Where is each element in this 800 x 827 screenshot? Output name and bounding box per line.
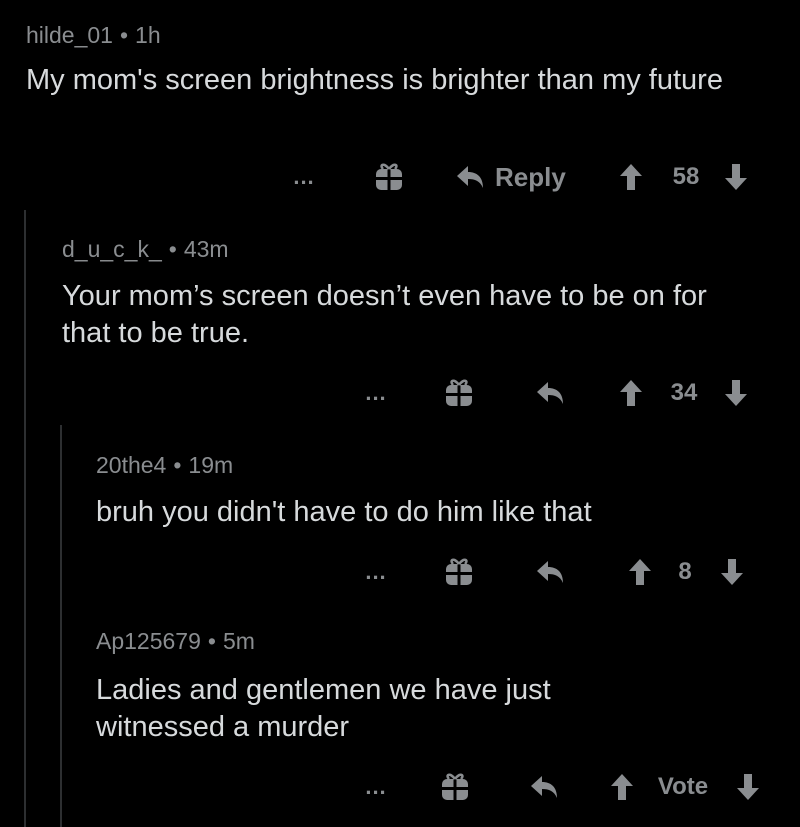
meta-separator: • bbox=[119, 22, 129, 48]
gift-award-icon bbox=[446, 558, 472, 585]
more-options-button[interactable]: ... bbox=[360, 552, 392, 592]
meta-separator: • bbox=[168, 236, 177, 262]
reply-button[interactable] bbox=[526, 767, 562, 807]
downvote-arrow-icon bbox=[721, 559, 743, 585]
upvote-arrow-icon bbox=[620, 380, 642, 406]
comment-meta: hilde_01 • 1h bbox=[26, 22, 766, 49]
comment-actions: ... Reply 58 bbox=[0, 157, 800, 197]
award-button[interactable] bbox=[438, 767, 472, 807]
reply-arrow-icon bbox=[537, 382, 563, 404]
reply-arrow-icon bbox=[537, 561, 563, 583]
downvote-button[interactable] bbox=[734, 767, 762, 807]
username[interactable]: hilde_01 bbox=[26, 22, 113, 48]
thread-line-level-1[interactable] bbox=[24, 210, 26, 827]
reply-button[interactable] bbox=[532, 373, 568, 413]
meta-separator: • bbox=[207, 628, 216, 654]
gift-award-icon bbox=[442, 773, 468, 800]
vote-score: 8 bbox=[678, 558, 692, 585]
upvote-arrow-icon bbox=[629, 559, 651, 585]
more-icon: ... bbox=[365, 559, 387, 584]
more-options-button[interactable]: ... bbox=[288, 157, 320, 197]
more-icon: ... bbox=[293, 164, 315, 189]
comment-Ap125679: Ap125679 • 5m Ladies and gentlemen we have… bbox=[96, 628, 776, 746]
comment-meta: d_u_c_k_ • 43m bbox=[62, 236, 762, 263]
upvote-button[interactable] bbox=[608, 767, 636, 807]
comment-actions: ... 8 bbox=[0, 552, 800, 592]
award-button[interactable] bbox=[372, 157, 406, 197]
timestamp: 5m bbox=[222, 628, 255, 654]
reply-button[interactable] bbox=[532, 552, 568, 592]
gift-award-icon bbox=[446, 379, 472, 406]
comment-hilde_01: hilde_01 • 1h My mom's screen brightness i… bbox=[26, 22, 766, 99]
downvote-button[interactable] bbox=[718, 552, 746, 592]
more-options-button[interactable]: ... bbox=[360, 767, 392, 807]
timestamp: 43m bbox=[183, 236, 229, 262]
upvote-button[interactable] bbox=[617, 157, 645, 197]
upvote-arrow-icon bbox=[620, 164, 642, 190]
downvote-arrow-icon bbox=[725, 164, 747, 190]
comment-text: Ladies and gentlemen we have just witnes… bbox=[96, 674, 551, 743]
downvote-button[interactable] bbox=[722, 373, 750, 413]
comment-meta: Ap125679 • 5m bbox=[96, 628, 776, 655]
comment-meta: 20the4 • 19m bbox=[96, 452, 776, 479]
award-button[interactable] bbox=[442, 373, 476, 413]
reply-button[interactable]: Reply bbox=[455, 157, 575, 197]
more-icon: ... bbox=[365, 774, 387, 799]
gift-award-icon bbox=[376, 163, 402, 190]
comment-20the4: 20the4 • 19m bruh you didn't have to do hi… bbox=[96, 452, 776, 531]
vote-label: Vote bbox=[657, 773, 709, 800]
vote-score: 58 bbox=[672, 163, 700, 190]
downvote-arrow-icon bbox=[737, 774, 759, 800]
reply-arrow-icon bbox=[531, 776, 557, 798]
upvote-arrow-icon bbox=[611, 774, 633, 800]
timestamp: 19m bbox=[188, 452, 234, 478]
more-options-button[interactable]: ... bbox=[360, 373, 392, 413]
username[interactable]: d_u_c_k_ bbox=[62, 236, 162, 262]
comment-d_u_c_k_: d_u_c_k_ • 43m Your mom’s screen doesn’t e… bbox=[62, 236, 762, 352]
upvote-button[interactable] bbox=[626, 552, 654, 592]
more-icon: ... bbox=[365, 380, 387, 405]
comment-actions: ... 34 bbox=[0, 373, 800, 413]
upvote-button[interactable] bbox=[617, 373, 645, 413]
reply-label: Reply bbox=[495, 161, 566, 192]
award-button[interactable] bbox=[442, 552, 476, 592]
comment-text: Your mom’s screen doesn’t even have to b… bbox=[62, 280, 707, 349]
username[interactable]: 20the4 bbox=[96, 452, 166, 478]
vote-score: 34 bbox=[670, 379, 698, 406]
downvote-button[interactable] bbox=[722, 157, 750, 197]
username[interactable]: Ap125679 bbox=[96, 628, 201, 654]
comment-text: bruh you didn't have to do him like that bbox=[96, 496, 592, 528]
comment-actions: ... Vote bbox=[0, 767, 800, 807]
timestamp: 1h bbox=[135, 22, 161, 48]
reply-arrow-icon bbox=[457, 166, 483, 188]
meta-separator: • bbox=[173, 452, 182, 478]
comment-text: My mom's screen brightness is brighter t… bbox=[26, 64, 723, 96]
downvote-arrow-icon bbox=[725, 380, 747, 406]
